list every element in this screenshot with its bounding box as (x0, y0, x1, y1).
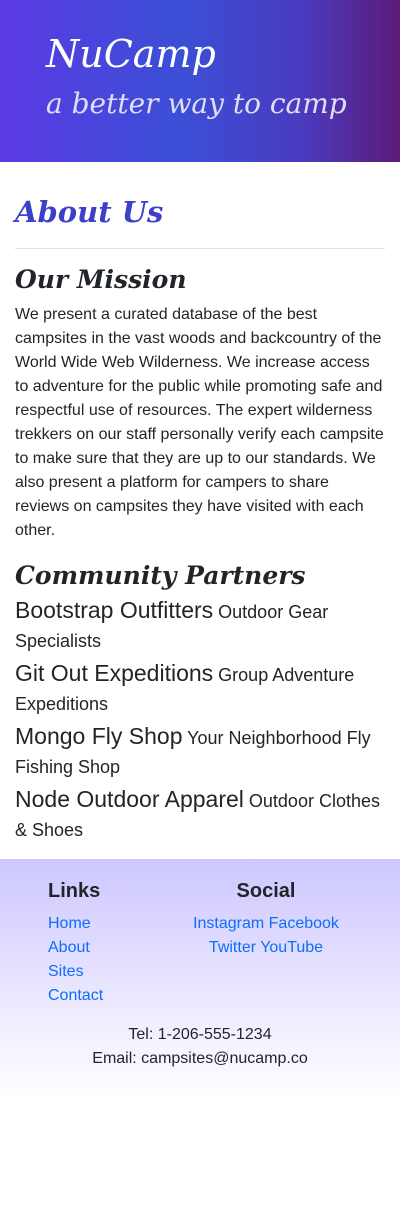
title-divider (15, 248, 385, 249)
partner-name: Mongo Fly Shop (15, 723, 183, 749)
footer-link-contact[interactable]: Contact (48, 987, 103, 1004)
contact-phone: Tel: 1-206-555-1234 (128, 1026, 272, 1043)
partner-name: Bootstrap Outfitters (15, 597, 214, 623)
footer-links-column: Links Home About Sites Contact (48, 877, 103, 1008)
footer-link-home[interactable]: Home (48, 915, 91, 932)
footer-link-sites[interactable]: Sites (48, 963, 84, 980)
footer-link-about[interactable]: About (48, 939, 90, 956)
mission-text: We present a curated database of the bes… (15, 306, 384, 539)
footer-social-column: Social Instagram Facebook Twitter YouTub… (176, 877, 356, 960)
mission-heading: Our Mission (15, 265, 187, 294)
page-title: About Us (15, 195, 164, 229)
site-footer: Links Home About Sites Contact Social In… (0, 859, 400, 1099)
partner-name: Node Outdoor Apparel (15, 786, 244, 812)
main-content: About Us Our Mission We present a curate… (15, 190, 385, 845)
partner-item: Bootstrap Outfitters Outdoor Gear Specia… (15, 596, 385, 656)
social-link-youtube[interactable]: YouTube (260, 939, 323, 956)
partners-heading: Community Partners (15, 561, 306, 590)
contact-email: Email: campsites@nucamp.co (92, 1050, 308, 1067)
social-links: Instagram Facebook Twitter YouTube (176, 912, 356, 960)
partner-item: Git Out Expeditions Group Adventure Expe… (15, 659, 385, 719)
social-heading: Social (236, 880, 296, 902)
social-link-instagram[interactable]: Instagram (193, 915, 264, 932)
footer-links-list: Home About Sites Contact (48, 912, 103, 1008)
partner-item: Mongo Fly Shop Your Neighborhood Fly Fis… (15, 722, 385, 782)
brand-tagline: a better way to camp (46, 87, 347, 120)
partner-name: Git Out Expeditions (15, 660, 214, 686)
partner-item: Node Outdoor Apparel Outdoor Clothes & S… (15, 785, 385, 845)
site-header: NuCamp a better way to camp (0, 0, 400, 162)
brand-logo-text[interactable]: NuCamp (46, 30, 216, 78)
social-link-twitter[interactable]: Twitter (209, 939, 256, 956)
links-heading: Links (48, 880, 101, 902)
social-link-facebook[interactable]: Facebook (269, 915, 339, 932)
contact-info: Tel: 1-206-555-1234 Email: campsites@nuc… (0, 1023, 400, 1071)
